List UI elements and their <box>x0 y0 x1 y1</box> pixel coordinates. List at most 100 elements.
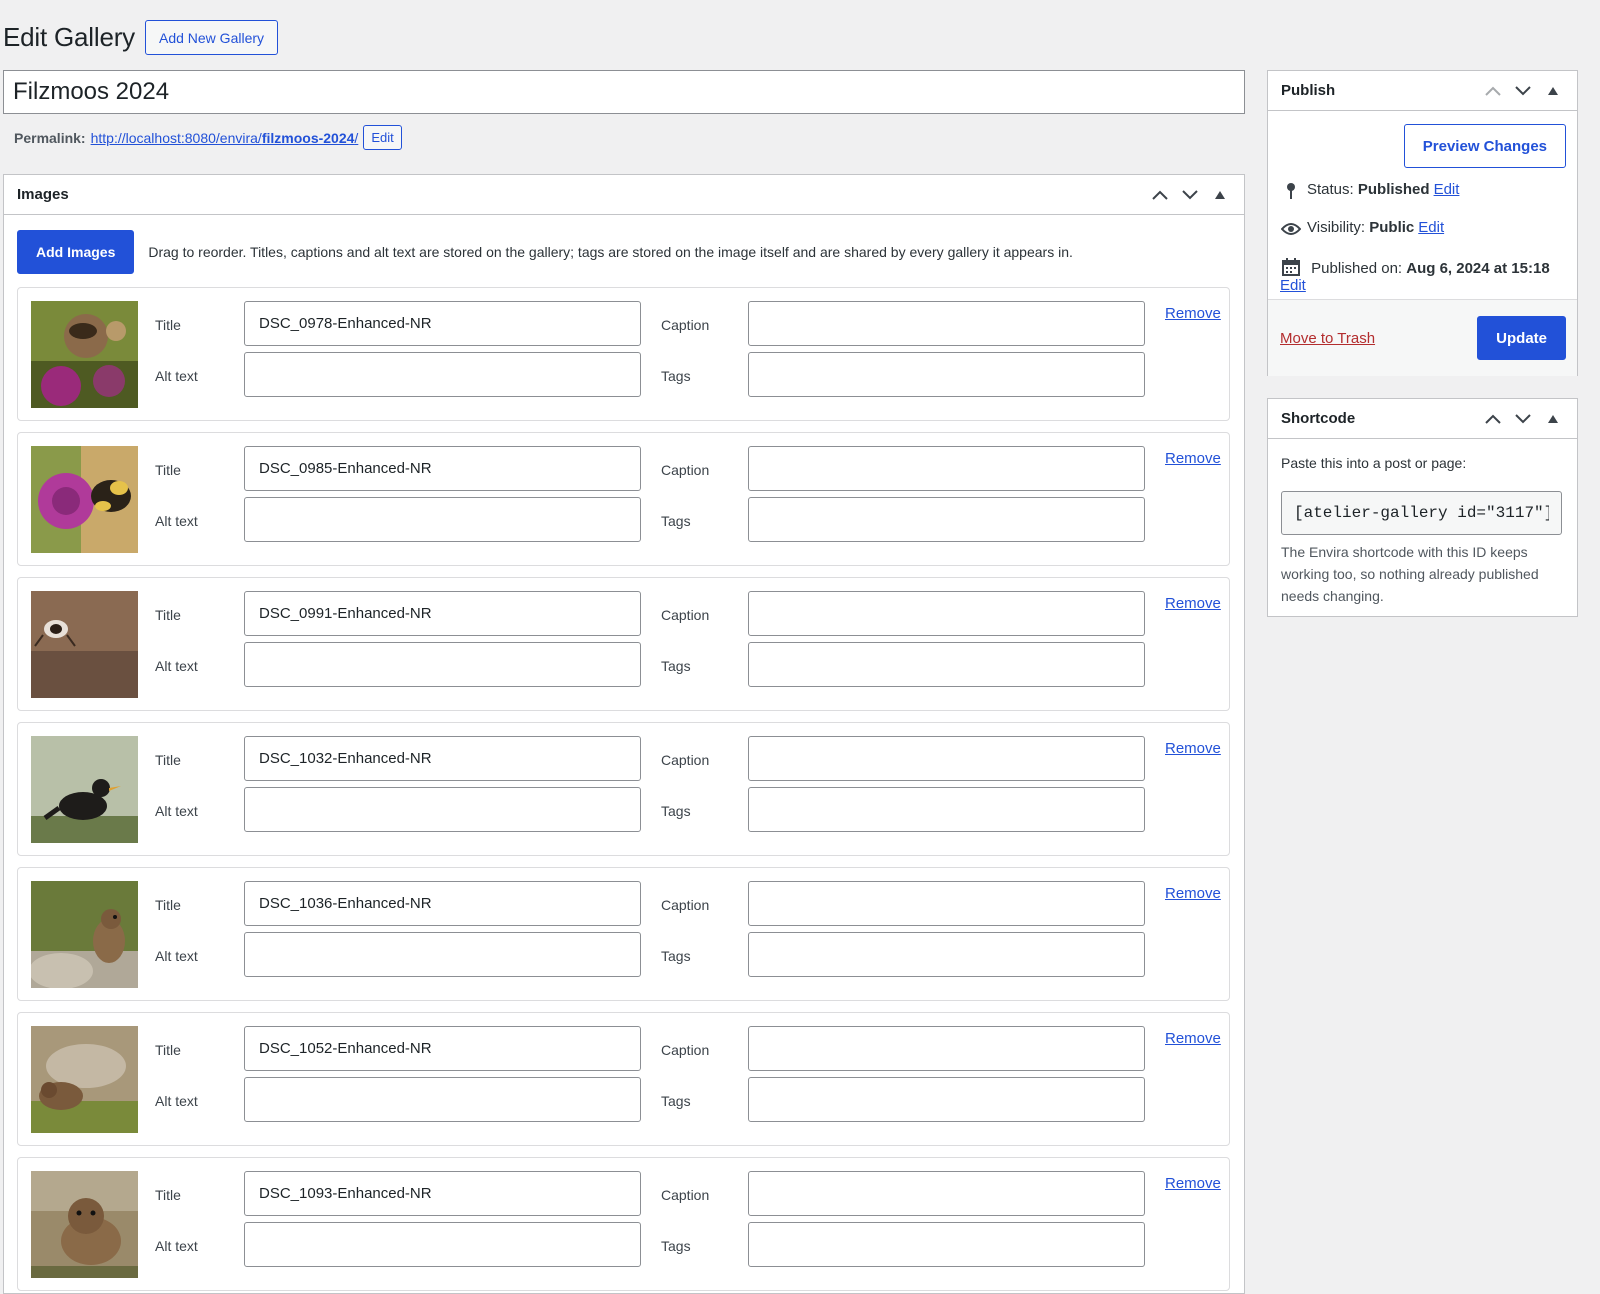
gallery-title-input[interactable] <box>3 70 1245 114</box>
image-tags-input[interactable] <box>748 932 1145 977</box>
image-tags-input[interactable] <box>748 1222 1145 1267</box>
title-field-label: Title <box>155 1042 181 1058</box>
tags-field-label: Tags <box>661 368 691 384</box>
caption-field-label: Caption <box>661 752 710 768</box>
title-field-label: Title <box>155 317 181 333</box>
image-caption-input[interactable] <box>748 1171 1145 1216</box>
move-up-icon[interactable] <box>1481 407 1505 431</box>
image-thumbnail[interactable] <box>31 736 138 843</box>
image-caption-input[interactable] <box>748 591 1145 636</box>
images-metabox-header: Images <box>4 175 1244 215</box>
image-tags-input[interactable] <box>748 1077 1145 1122</box>
image-caption-input[interactable] <box>748 736 1145 781</box>
collapse-toggle-icon[interactable] <box>1541 407 1565 431</box>
images-metabox: Images Add Images Drag to reorder. Title… <box>3 174 1245 1294</box>
move-to-trash-link[interactable]: Move to Trash <box>1280 330 1375 347</box>
caption-field-label: Caption <box>661 607 710 623</box>
image-thumbnail[interactable] <box>31 881 138 988</box>
alt-field-label: Alt text <box>155 803 198 819</box>
image-thumbnail[interactable] <box>31 1171 138 1278</box>
remove-image-link[interactable]: Remove <box>1165 1175 1221 1192</box>
alt-field-label: Alt text <box>155 1093 198 1109</box>
shortcode-note: The Envira shortcode with this ID keeps … <box>1281 544 1539 604</box>
remove-image-link[interactable]: Remove <box>1165 450 1221 467</box>
move-down-icon[interactable] <box>1511 79 1535 103</box>
update-button[interactable]: Update <box>1477 316 1566 360</box>
caption-field-label: Caption <box>661 897 710 913</box>
image-title-input[interactable] <box>244 591 641 636</box>
images-hint: Drag to reorder. Titles, captions and al… <box>148 244 1073 260</box>
image-title-input[interactable] <box>244 446 641 491</box>
preview-changes-button[interactable]: Preview Changes <box>1403 124 1566 168</box>
thumbnail-image-icon <box>31 446 138 553</box>
image-alt-input[interactable] <box>244 932 641 977</box>
image-alt-input[interactable] <box>244 787 641 832</box>
visibility-row: Visibility: Public Edit <box>1280 219 1444 239</box>
published-edit-link[interactable]: Edit <box>1280 277 1306 294</box>
add-new-gallery-button[interactable]: Add New Gallery <box>144 20 279 55</box>
image-title-input[interactable] <box>244 881 641 926</box>
image-caption-input[interactable] <box>748 1026 1145 1071</box>
image-title-input[interactable] <box>244 301 641 346</box>
thumbnail-image-icon <box>31 881 138 988</box>
remove-image-link[interactable]: Remove <box>1165 595 1221 612</box>
page-header: Edit Gallery Add New Gallery <box>3 20 279 55</box>
image-tags-input[interactable] <box>748 497 1145 542</box>
remove-image-link[interactable]: Remove <box>1165 885 1221 902</box>
image-tags-input[interactable] <box>748 352 1145 397</box>
publish-metabox-header: Publish <box>1268 71 1577 111</box>
remove-image-link[interactable]: Remove <box>1165 1030 1221 1047</box>
image-row[interactable]: Title Alt text Caption Tags Remove <box>17 577 1230 711</box>
image-title-input[interactable] <box>244 1171 641 1216</box>
shortcode-metabox: Shortcode Paste this into a post or page… <box>1267 398 1578 617</box>
image-alt-input[interactable] <box>244 1077 641 1122</box>
caption-field-label: Caption <box>661 1042 710 1058</box>
remove-image-link[interactable]: Remove <box>1165 740 1221 757</box>
image-alt-input[interactable] <box>244 1222 641 1267</box>
thumbnail-image-icon <box>31 591 138 698</box>
image-alt-input[interactable] <box>244 642 641 687</box>
move-up-icon[interactable] <box>1481 79 1505 103</box>
image-row[interactable]: Title Alt text Caption Tags Remove <box>17 722 1230 856</box>
image-alt-input[interactable] <box>244 497 641 542</box>
image-alt-input[interactable] <box>244 352 641 397</box>
collapse-toggle-icon[interactable] <box>1541 79 1565 103</box>
move-down-icon[interactable] <box>1178 183 1202 207</box>
image-caption-input[interactable] <box>748 446 1145 491</box>
published-value: Aug 6, 2024 at 15:18 <box>1406 260 1550 277</box>
image-row[interactable]: Title Alt text Caption Tags Remove <box>17 287 1230 421</box>
shortcode-field[interactable] <box>1281 491 1562 535</box>
image-row[interactable]: Title Alt text Caption Tags Remove <box>17 1157 1230 1291</box>
publish-metabox: Publish Preview Changes Status: Publishe… <box>1267 70 1578 376</box>
image-thumbnail[interactable] <box>31 591 138 698</box>
add-images-button[interactable]: Add Images <box>17 230 135 274</box>
image-caption-input[interactable] <box>748 301 1145 346</box>
image-title-input[interactable] <box>244 736 641 781</box>
image-row[interactable]: Title Alt text Caption Tags Remove <box>17 867 1230 1001</box>
image-tags-input[interactable] <box>748 642 1145 687</box>
images-metabox-title: Images <box>17 186 69 203</box>
image-title-input[interactable] <box>244 1026 641 1071</box>
alt-field-label: Alt text <box>155 1238 198 1254</box>
visibility-label: Visibility: <box>1307 219 1366 236</box>
image-row[interactable]: Title Alt text Caption Tags Remove <box>17 432 1230 566</box>
move-up-icon[interactable] <box>1148 183 1172 207</box>
publish-metabox-title: Publish <box>1281 82 1336 99</box>
permalink-link[interactable]: http://localhost:8080/envira/filzmoos-20… <box>91 130 359 146</box>
status-edit-link[interactable]: Edit <box>1434 181 1460 198</box>
publish-major-actions: Move to Trash Update <box>1268 299 1577 376</box>
visibility-edit-link[interactable]: Edit <box>1418 219 1444 236</box>
remove-image-link[interactable]: Remove <box>1165 305 1221 322</box>
permalink-edit-button[interactable]: Edit <box>363 125 402 150</box>
move-down-icon[interactable] <box>1511 407 1535 431</box>
title-field-label: Title <box>155 897 181 913</box>
image-thumbnail[interactable] <box>31 1026 138 1133</box>
image-thumbnail[interactable] <box>31 446 138 553</box>
image-tags-input[interactable] <box>748 787 1145 832</box>
collapse-toggle-icon[interactable] <box>1208 183 1232 207</box>
image-caption-input[interactable] <box>748 881 1145 926</box>
shortcode-handle-actions <box>1481 407 1565 431</box>
image-row[interactable]: Title Alt text Caption Tags Remove <box>17 1012 1230 1146</box>
image-thumbnail[interactable] <box>31 301 138 408</box>
alt-field-label: Alt text <box>155 368 198 384</box>
